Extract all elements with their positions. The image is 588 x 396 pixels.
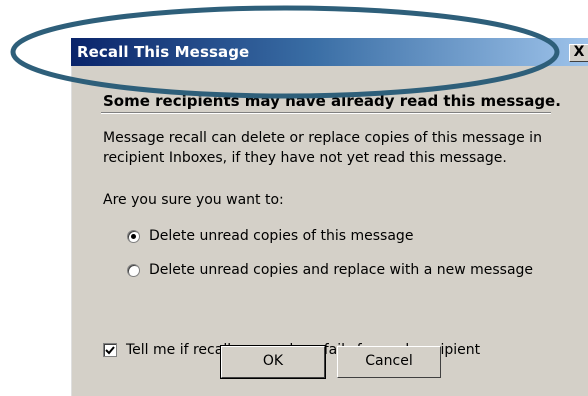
warning-heading: Some recipients may have already read th… xyxy=(103,92,561,110)
description-text: Message recall can delete or replace cop… xyxy=(103,130,542,166)
close-icon: X xyxy=(573,44,585,60)
radio-button-selected[interactable] xyxy=(127,229,140,243)
radio-button-unselected[interactable] xyxy=(127,263,140,277)
cancel-button[interactable]: Cancel xyxy=(337,346,441,378)
dialog-title: Recall This Message xyxy=(77,43,250,61)
title-bar[interactable]: Recall This Message X xyxy=(71,38,588,66)
radio-label-delete: Delete unread copies of this message xyxy=(149,228,414,244)
radio-delete-unread[interactable]: Delete unread copies of this message xyxy=(127,228,413,244)
question-label: Are you sure you want to: xyxy=(103,192,284,208)
ok-button[interactable]: OK xyxy=(220,345,326,379)
screenshot-stage: Recall This Message X Some recipients ma… xyxy=(0,0,588,396)
close-button[interactable]: X xyxy=(569,44,588,62)
divider xyxy=(101,112,551,114)
radio-label-replace: Delete unread copies and replace with a … xyxy=(149,262,534,278)
notify-checkbox[interactable] xyxy=(103,343,117,357)
checkmark-icon xyxy=(105,346,115,355)
radio-delete-and-replace[interactable]: Delete unread copies and replace with a … xyxy=(127,262,533,278)
recall-message-dialog: Recall This Message X Some recipients ma… xyxy=(70,38,588,396)
